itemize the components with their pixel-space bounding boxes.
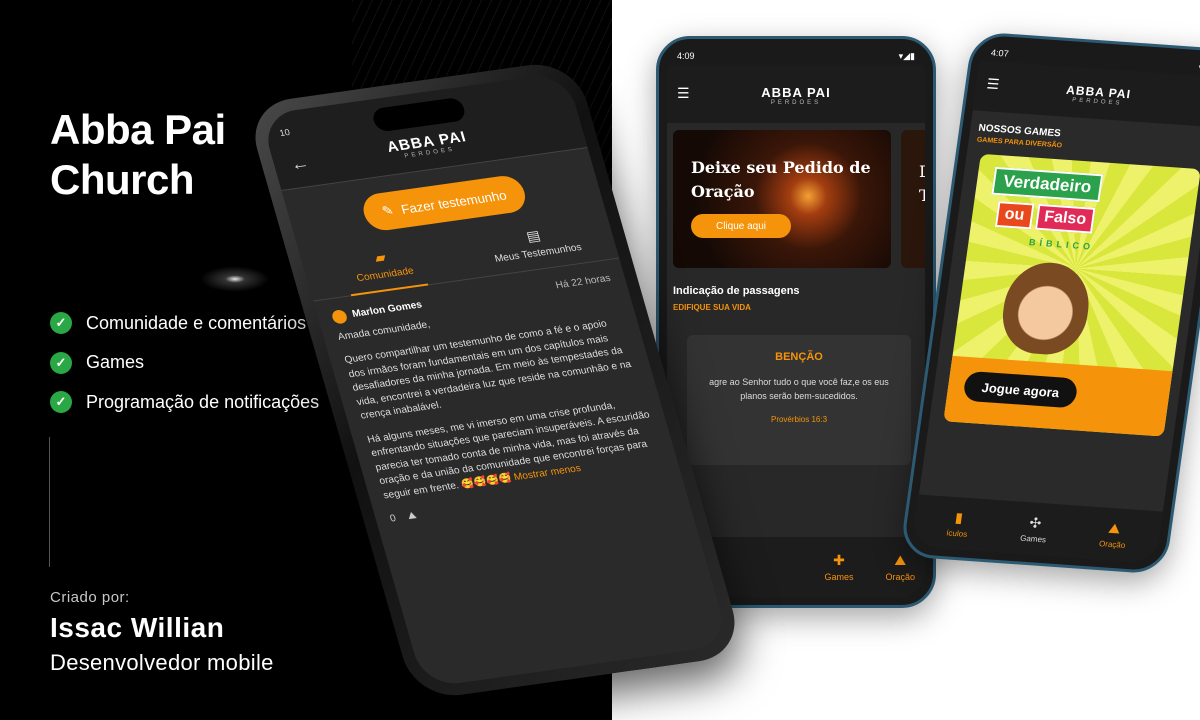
like-count: 0 bbox=[388, 513, 398, 525]
gamepad-icon: ✣ bbox=[1028, 513, 1043, 531]
game-title-ou: ou bbox=[994, 201, 1035, 230]
nav-label: Oração bbox=[885, 572, 915, 582]
tab-label: Comunidade bbox=[355, 265, 416, 285]
blessing-text: agre ao Senhor tudo o que você faz,e os … bbox=[709, 377, 889, 401]
promo-title-line1: Abba Pai bbox=[50, 106, 226, 153]
nav-item-versiculos[interactable]: ▮ ículos bbox=[945, 508, 971, 539]
nav-item-games[interactable]: ✚ Games bbox=[824, 552, 853, 582]
feature-label: Games bbox=[86, 352, 145, 372]
feature-list: ✓ Comunidade e comentários ✓ Games ✓ Progra… bbox=[50, 310, 319, 429]
jesus-cartoon-illustration bbox=[997, 259, 1095, 357]
camera-notch bbox=[370, 96, 468, 133]
nav-label: Oração bbox=[1098, 538, 1126, 550]
card-button[interactable]: Clique aqui bbox=[691, 214, 791, 238]
credit-name: Issac Willian bbox=[50, 612, 225, 643]
feature-item: ✓ Comunidade e comentários bbox=[50, 310, 319, 336]
praying-hands-icon: ⛰ bbox=[894, 552, 907, 568]
nav-label: ículos bbox=[945, 527, 968, 539]
credit-label: Criado por: bbox=[50, 589, 130, 606]
feature-item: ✓ Programação de notificações bbox=[50, 389, 319, 415]
section-subtitle: EDIFIQUE SUA VIDA bbox=[673, 303, 751, 312]
post-emojis: 🥰🥰🥰🥰 bbox=[459, 472, 513, 491]
app-header: ☰ ABBA PAI PERDOES bbox=[667, 65, 925, 123]
bottom-nav: ▮ ículos ✣ Games ⛰ Oração bbox=[911, 494, 1163, 564]
app-logo: ABBA PAI PERDOES bbox=[975, 77, 1200, 114]
status-time: 10 bbox=[278, 127, 292, 139]
next-card[interactable]: DT bbox=[901, 130, 925, 268]
phone-games: 4:07 ▾◢▮ ☰ ABBA PAIPERDOES NOSSOS GAMES … bbox=[899, 31, 1200, 575]
nav-item-oracao[interactable]: ⛰ Oração bbox=[885, 552, 915, 582]
nav-label: Games bbox=[1019, 533, 1047, 544]
post-time: Há 22 horas bbox=[554, 272, 612, 292]
avatar bbox=[330, 309, 349, 325]
game-title-falso: Falso bbox=[1034, 203, 1096, 234]
promo-title-line2: Church bbox=[50, 156, 194, 203]
post-card: Marlon Gomes Há 22 horas Amada comunidad… bbox=[313, 259, 687, 541]
status-time: 4:09 bbox=[677, 51, 695, 61]
feature-label: Programação de notificações bbox=[86, 391, 320, 412]
logo-sub: PERDOES bbox=[770, 100, 822, 106]
feature-item: ✓ Games bbox=[50, 350, 319, 376]
blessing-card[interactable]: BENÇÃO agre ao Senhor tudo o que você fa… bbox=[687, 335, 911, 465]
praying-hands-icon: ⛰ bbox=[1107, 519, 1122, 537]
divider-line bbox=[49, 437, 50, 567]
phone-games-screen: 4:07 ▾◢▮ ☰ ABBA PAIPERDOES NOSSOS GAMES … bbox=[911, 42, 1200, 564]
game-title-1: Verdadeiro bbox=[991, 166, 1104, 203]
logo-name: ABBA PAI bbox=[761, 85, 831, 100]
credit-role: Desenvolvedor mobile bbox=[50, 650, 274, 675]
nav-item-games[interactable]: ✣ Games bbox=[1020, 513, 1050, 544]
status-time: 4:07 bbox=[990, 47, 1010, 59]
testimony-button[interactable]: ✎ Fazer testemunho bbox=[359, 173, 530, 233]
game-title-2: ou Falso bbox=[994, 201, 1096, 234]
light-flare bbox=[200, 266, 270, 292]
check-icon: ✓ bbox=[50, 391, 72, 413]
next-card-text: DT bbox=[919, 162, 925, 205]
card-title: Deixe seu Pedido de Oração bbox=[691, 158, 871, 201]
blessing-title: BENÇÃO bbox=[775, 351, 823, 363]
book-icon: ▮ bbox=[954, 508, 965, 526]
feature-label: Comunidade e comentários bbox=[86, 312, 307, 333]
praying-hands-icon[interactable]: ⛰ bbox=[406, 509, 418, 524]
game-card[interactable]: Verdadeiro ou Falso BÍBLICO Jogue agora bbox=[943, 153, 1200, 437]
post-body: Amada comunidade, Quero compartilhar um … bbox=[336, 292, 663, 504]
testimony-label: Fazer testemunho bbox=[399, 187, 509, 217]
app-logo: ABBA PAI PERDOES bbox=[667, 85, 925, 106]
check-icon: ✓ bbox=[50, 351, 72, 374]
section-title: Indicação de passagens bbox=[673, 285, 800, 297]
blessing-reference: Provérbios 16:3 bbox=[770, 415, 828, 424]
promo-title: Abba Pai Church bbox=[50, 105, 226, 205]
signal-battery-icon: ▾◢▮ bbox=[898, 50, 915, 61]
check-icon: ✓ bbox=[50, 312, 72, 334]
game-subtitle: BÍBLICO bbox=[1028, 237, 1095, 252]
status-bar: 4:09 ▾◢▮ bbox=[667, 47, 925, 65]
gamepad-icon: ✚ bbox=[833, 552, 845, 568]
phone-home-screen: 4:09 ▾◢▮ ☰ ABBA PAI PERDOES Deixe seu Ped… bbox=[667, 47, 925, 597]
nav-label: Games bbox=[824, 572, 854, 582]
prayer-request-card[interactable]: Deixe seu Pedido de Oração Clique aqui bbox=[673, 130, 891, 268]
nav-item-oracao[interactable]: ⛰ Oração bbox=[1098, 519, 1128, 550]
testimony-icon: ✎ bbox=[380, 202, 396, 219]
